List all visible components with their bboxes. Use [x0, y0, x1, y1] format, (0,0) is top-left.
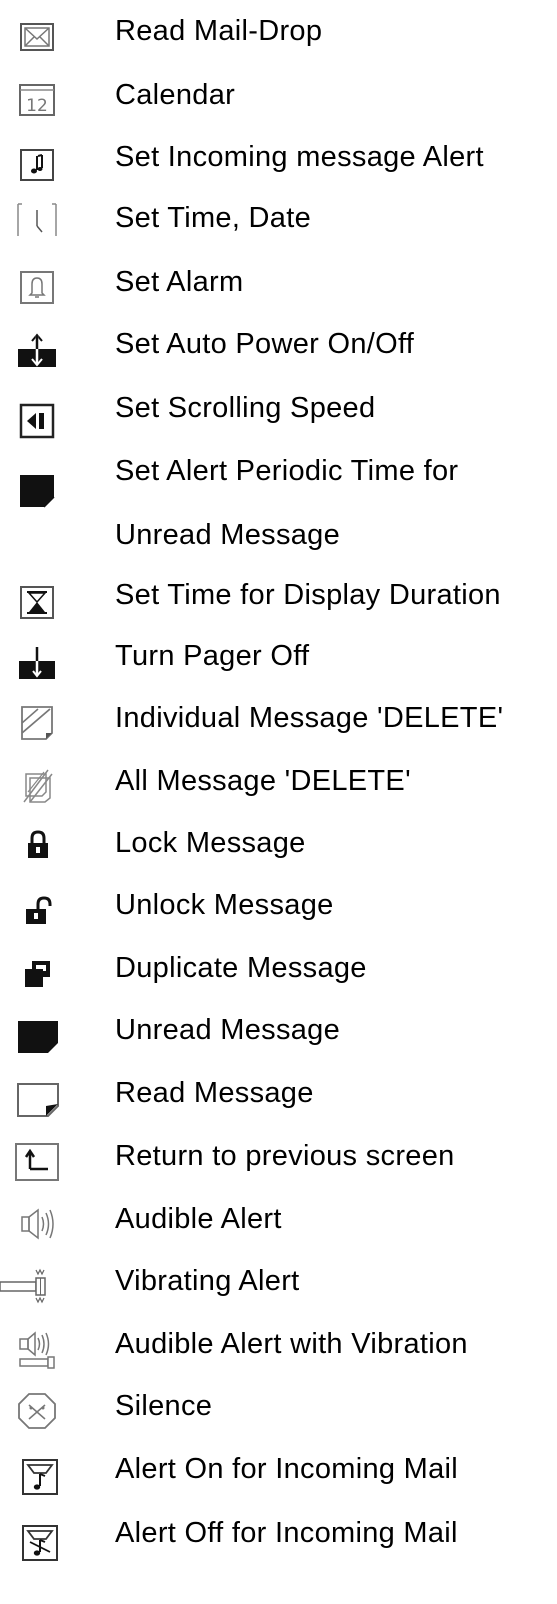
legend-label: Audible Alert with Vibration	[115, 1328, 468, 1360]
mail-alert-off-icon	[8, 1518, 66, 1566]
mail-envelope-icon	[8, 12, 66, 60]
scroll-speed-icon	[8, 397, 66, 445]
legend-label: Set Time for Display Duration	[115, 579, 501, 611]
legend-label: Read Mail-Drop	[115, 15, 323, 47]
speaker-icon	[8, 1200, 66, 1248]
duplicate-icon	[8, 951, 66, 999]
return-icon	[8, 1137, 66, 1185]
legend-label: Set Incoming message Alert	[115, 141, 484, 173]
legend-label: Vibrating Alert	[115, 1265, 300, 1297]
legend-label-line-1: Set Alert Periodic Time for	[115, 455, 459, 487]
legend-label: Silence	[115, 1390, 213, 1422]
legend-label: Set Time, Date	[115, 202, 311, 234]
speaker-vibrate-icon	[8, 1325, 66, 1373]
legend-label: Set Alarm	[115, 266, 244, 298]
icon-legend: Read Mail-Drop 12 Calendar Set Incoming …	[0, 0, 557, 1604]
delete-all-icon	[8, 762, 66, 810]
legend-label: Set Alert Periodic Time for Unread Messa…	[115, 454, 458, 552]
legend-label: Set Scrolling Speed	[115, 392, 376, 424]
legend-label: Return to previous screen	[115, 1140, 455, 1172]
lock-icon	[8, 822, 66, 870]
music-note-icon	[8, 140, 66, 188]
legend-label: Unlock Message	[115, 889, 334, 921]
legend-label: Individual Message 'DELETE'	[115, 702, 504, 734]
legend-label: Calendar	[115, 79, 236, 111]
clock-icon	[8, 196, 66, 244]
vibrate-icon	[0, 1262, 58, 1310]
legend-label: All Message 'DELETE'	[115, 765, 411, 797]
auto-power-icon	[8, 327, 66, 375]
read-message-icon	[8, 1076, 66, 1124]
bell-icon	[8, 263, 66, 311]
mail-alert-on-icon	[8, 1452, 66, 1500]
legend-label: Read Message	[115, 1077, 314, 1109]
legend-label: Duplicate Message	[115, 952, 367, 984]
unlock-icon	[8, 888, 66, 936]
power-off-icon	[8, 639, 66, 687]
unread-periodic-icon	[8, 467, 66, 515]
legend-label: Turn Pager Off	[115, 640, 310, 672]
silence-icon	[8, 1387, 66, 1435]
unread-message-icon	[8, 1013, 66, 1061]
legend-label: Audible Alert	[115, 1203, 282, 1235]
calendar-icon-text: 12	[26, 96, 48, 116]
calendar-icon: 12	[8, 75, 66, 123]
legend-label-line-2: Unread Message	[115, 519, 341, 551]
hourglass-icon	[8, 578, 66, 626]
legend-label: Alert Off for Incoming Mail	[115, 1517, 458, 1549]
legend-label: Lock Message	[115, 827, 306, 859]
legend-label: Alert On for Incoming Mail	[115, 1453, 459, 1485]
legend-label: Unread Message	[115, 1014, 341, 1046]
delete-single-icon	[8, 699, 66, 747]
legend-label: Set Auto Power On/Off	[115, 328, 415, 360]
